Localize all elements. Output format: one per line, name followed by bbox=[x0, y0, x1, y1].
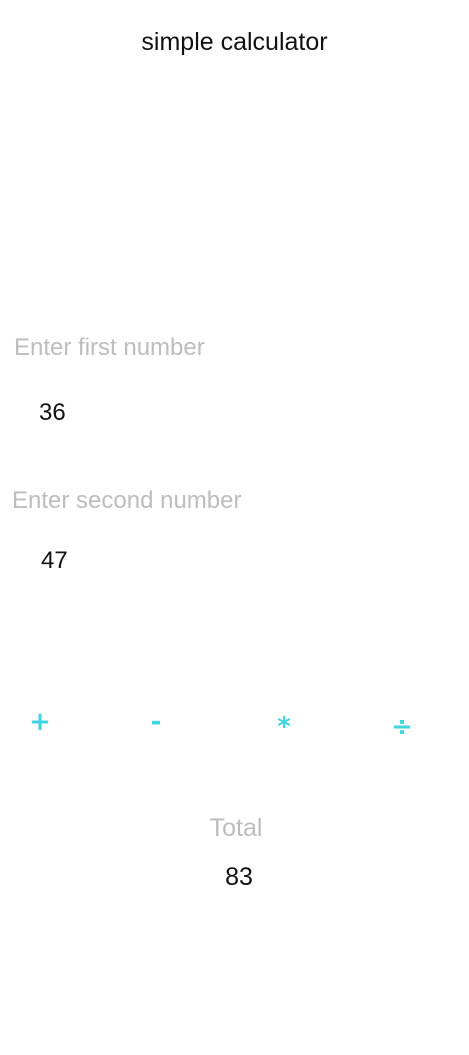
add-button[interactable]: + bbox=[25, 707, 55, 737]
second-number-label: Enter second number bbox=[12, 487, 242, 514]
second-number-input[interactable] bbox=[41, 545, 341, 577]
multiply-button[interactable]: * bbox=[269, 712, 299, 742]
app-title: simple calculator bbox=[141, 28, 328, 56]
subtract-button[interactable]: - bbox=[141, 707, 171, 737]
divide-button[interactable]: ÷ bbox=[387, 712, 417, 742]
first-number-label: Enter first number bbox=[14, 334, 205, 361]
total-value: 83 bbox=[225, 863, 253, 891]
total-label: Total bbox=[209, 814, 263, 842]
first-number-input[interactable] bbox=[39, 397, 339, 429]
